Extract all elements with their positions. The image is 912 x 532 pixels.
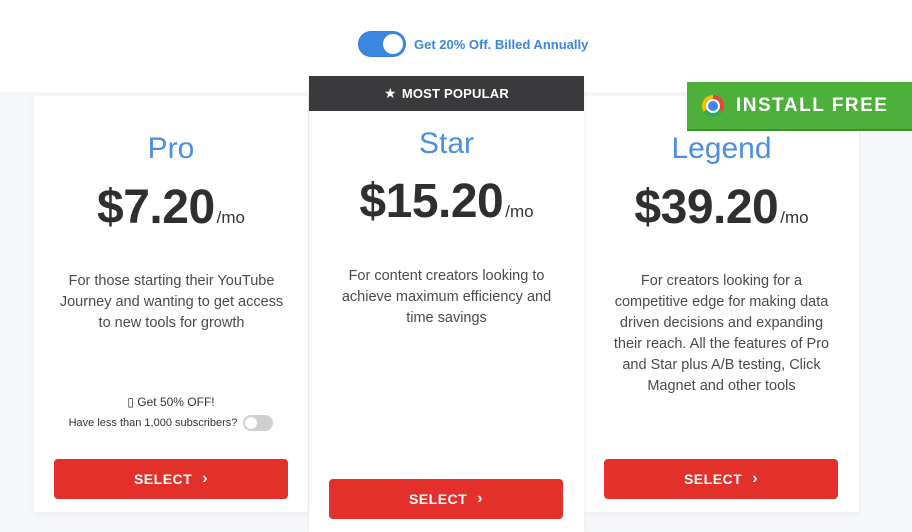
subscribers-label: Have less than 1,000 subscribers? — [68, 417, 238, 429]
price-row: $15.20 /mo — [309, 174, 584, 229]
billing-toggle-row: Get 20% Off. Billed Annually — [358, 31, 588, 57]
select-label: SELECT — [408, 491, 468, 507]
chrome-icon — [702, 94, 724, 117]
plan-name: Legend — [671, 132, 772, 165]
price-row: $39.20 /mo — [584, 180, 859, 235]
install-label: INSTALL FREE — [736, 94, 889, 116]
chevron-right-icon: › — [752, 470, 759, 487]
install-free-button[interactable]: INSTALL FREE — [687, 82, 912, 131]
plan-price: $7.20 — [97, 181, 215, 234]
plan-name: Star — [418, 127, 475, 160]
plan-card-legend: Legend $39.20 /mo For creators looking f… — [584, 96, 859, 512]
badge-label: MOST POPULAR — [401, 86, 509, 101]
select-label: SELECT — [683, 471, 743, 487]
billing-label: Get 20% Off. Billed Annually — [414, 36, 589, 52]
star-icon: ★ — [384, 85, 397, 101]
plan-description: For those starting their YouTube Journey… — [59, 273, 284, 331]
select-label: SELECT — [133, 471, 193, 487]
discount-note: ▯ Get 50% OFF! — [127, 395, 215, 409]
plan-price: $15.20 — [359, 175, 504, 228]
plan-card-star: ★ MOST POPULAR Star $15.20 /mo For conte… — [309, 76, 584, 532]
select-button-pro[interactable]: SELECT › — [54, 459, 288, 499]
small-channel-toggle[interactable] — [243, 415, 274, 431]
price-period: /mo — [780, 208, 809, 227]
price-period: /mo — [505, 202, 534, 221]
toggle-knob — [245, 417, 258, 429]
chevron-right-icon: › — [202, 470, 209, 487]
toggle-knob — [383, 34, 403, 54]
chevron-right-icon: › — [477, 490, 484, 507]
most-popular-banner: ★ MOST POPULAR — [309, 76, 584, 111]
annual-billing-toggle[interactable] — [358, 31, 406, 57]
select-button-legend[interactable]: SELECT › — [604, 459, 838, 499]
plan-name: Pro — [147, 132, 195, 165]
subscribers-row: Have less than 1,000 subscribers? — [34, 415, 308, 431]
select-button-star[interactable]: SELECT › — [329, 479, 563, 519]
plan-price: $39.20 — [634, 181, 779, 234]
plan-description: For content creators looking to achieve … — [341, 268, 552, 326]
price-row: $7.20 /mo — [34, 180, 308, 235]
plan-card-pro: Pro $7.20 /mo For those starting their Y… — [34, 96, 308, 512]
plan-description: For creators looking for a competitive e… — [613, 273, 830, 394]
price-period: /mo — [216, 208, 245, 227]
